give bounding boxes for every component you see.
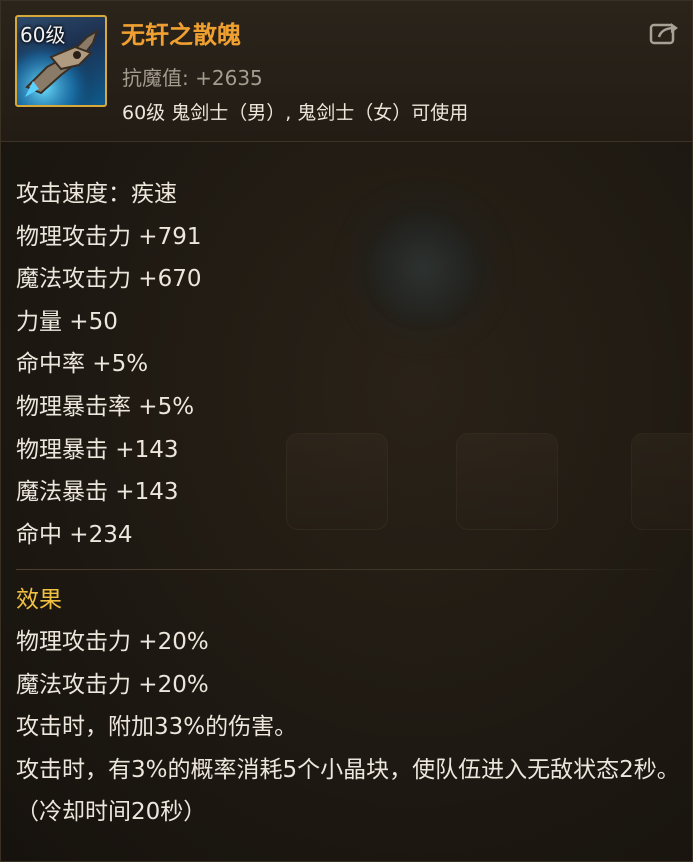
background-slot-decoration xyxy=(286,433,388,530)
share-button[interactable] xyxy=(649,19,681,47)
item-stats-list: 攻击速度：疾速 物理攻击力 +791 魔法攻击力 +670 力量 +50 命中率… xyxy=(16,173,201,556)
stat-hit: 命中 +234 xyxy=(16,521,133,548)
stat-attack-speed: 攻击速度：疾速 xyxy=(16,181,177,207)
item-header: 60级 无轩之散魄 抗魔值: +2635 60级 鬼剑士（男）, 鬼剑士（女）可… xyxy=(1,1,692,142)
effect-line: 物理攻击力 +20% xyxy=(16,629,209,655)
magic-resist-row: 抗魔值: +2635 xyxy=(122,62,263,91)
section-divider xyxy=(16,569,676,570)
stat-magic-attack: 魔法攻击力 +670 xyxy=(16,266,202,293)
effect-line: 攻击时，有3%的概率消耗5个小晶块，使队伍进入无敌状态2秒。（冷却时间20秒） xyxy=(16,756,680,826)
effects-title: 效果 xyxy=(16,587,62,613)
stat-physical-attack: 物理攻击力 +791 xyxy=(16,223,202,250)
effect-line: 攻击时，附加33%的伤害。 xyxy=(16,714,298,741)
usable-class-text: 60级 鬼剑士（男）, 鬼剑士（女）可使用 xyxy=(122,102,469,124)
background-slot-decoration xyxy=(456,433,558,530)
item-tooltip-panel: 60级 无轩之散魄 抗魔值: +2635 60级 鬼剑士（男）, 鬼剑士（女）可… xyxy=(0,0,693,862)
stat-hit-rate: 命中率 +5% xyxy=(16,351,149,378)
effect-line: 魔法攻击力 +20% xyxy=(16,671,209,698)
stat-physical-crit-rate: 物理暴击率 +5% xyxy=(16,393,195,420)
stat-strength: 力量 +50 xyxy=(16,308,118,335)
magic-resist-value: +2635 xyxy=(195,66,263,90)
stat-physical-crit: 物理暴击 +143 xyxy=(16,436,179,463)
item-effects-section: 效果 物理攻击力 +20% 魔法攻击力 +20% 攻击时，附加33%的伤害。 攻… xyxy=(16,579,681,834)
item-level-tag: 60级 xyxy=(20,23,66,47)
item-icon: 60级 xyxy=(15,15,107,107)
share-export-icon xyxy=(649,23,678,45)
item-name: 无轩之散魄 xyxy=(121,21,241,49)
background-orb-decoration xyxy=(361,206,486,331)
magic-resist-label: 抗魔值: xyxy=(122,66,189,90)
background-slot-decoration xyxy=(631,433,692,530)
stat-magic-crit: 魔法暴击 +143 xyxy=(16,479,179,506)
